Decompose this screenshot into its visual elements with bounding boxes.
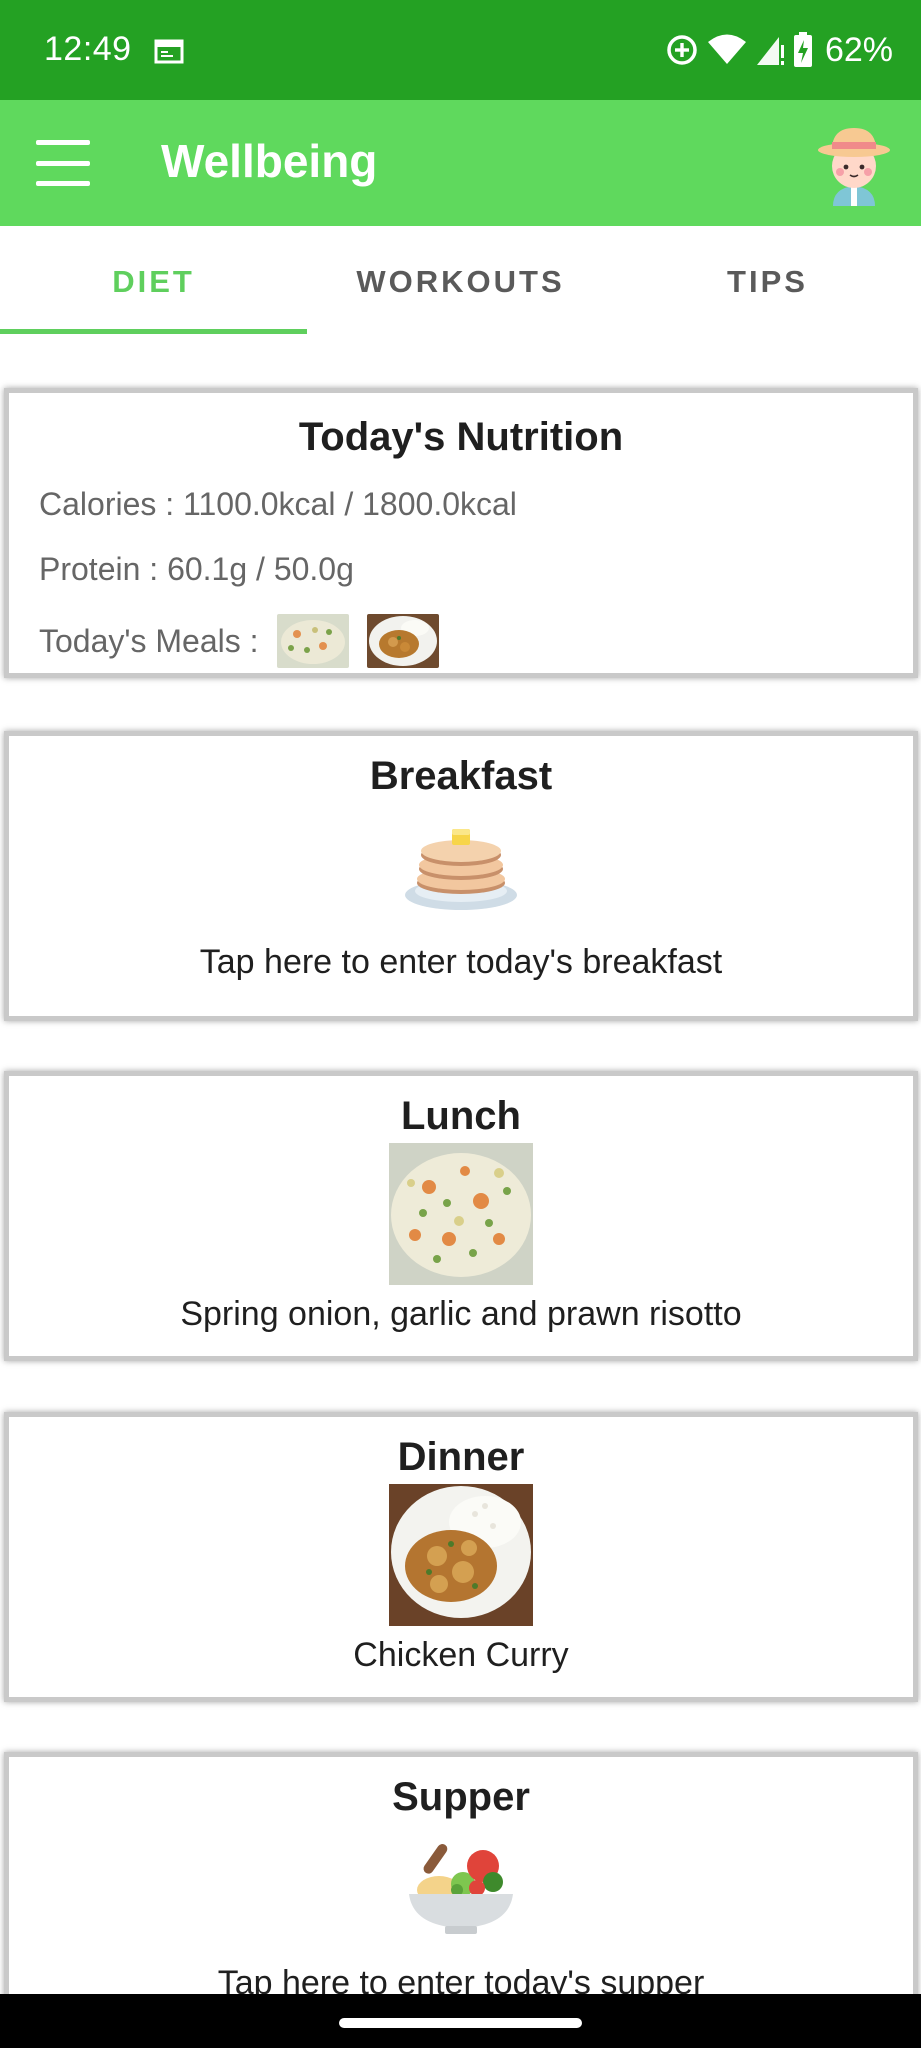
nutrition-title: Today's Nutrition: [298, 415, 624, 459]
breakfast-card[interactable]: Breakfast Tap here to enter today's brea…: [4, 731, 918, 1021]
calendar-icon: [154, 39, 184, 64]
wifi-icon: [707, 34, 746, 64]
status-bar: 12:49 62%: [0, 0, 921, 100]
nutrition-card: Today's Nutrition Calories : 1100.0kcal …: [4, 388, 918, 678]
lunch-card[interactable]: Lunch Spring onion, garlic and prawn ris…: [4, 1071, 918, 1361]
tab-workouts[interactable]: WORKOUTS: [307, 226, 614, 334]
data-saver-icon: [667, 35, 697, 65]
tab-diet[interactable]: DIET: [0, 226, 307, 334]
screen: 12:49 62% Wellbeing DIET WORKOUTS TIPS T…: [0, 0, 921, 2048]
menu-icon[interactable]: [36, 140, 90, 186]
battery-percent: 62%: [824, 30, 893, 69]
lunch-title: Lunch: [401, 1094, 521, 1138]
status-time: 12:49: [44, 30, 132, 68]
chicken-curry-image: [389, 1484, 533, 1626]
avatar-icon[interactable]: [815, 122, 893, 206]
breakfast-caption: Tap here to enter today's breakfast: [199, 943, 723, 981]
tab-tips[interactable]: TIPS: [614, 226, 921, 334]
protein-text: Protein : 60.1g / 50.0g: [39, 551, 354, 587]
calories-text: Calories : 1100.0kcal / 1800.0kcal: [39, 486, 517, 522]
app-title: Wellbeing: [161, 135, 378, 187]
pancakes-icon: [405, 829, 517, 910]
home-gesture-handle[interactable]: [339, 2018, 582, 2028]
battery-charging-icon: [793, 32, 812, 67]
lunch-caption: Spring onion, garlic and prawn risotto: [180, 1295, 742, 1333]
todays-meals-label: Today's Meals :: [39, 622, 259, 659]
navigation-bar: [0, 1994, 921, 2048]
dinner-card[interactable]: Dinner Chicken Curry: [4, 1412, 918, 1702]
signal-icon: [756, 37, 784, 65]
dinner-caption: Chicken Curry: [353, 1636, 569, 1674]
risotto-thumbnail[interactable]: [276, 614, 349, 668]
tab-bar: DIET WORKOUTS TIPS: [0, 226, 921, 334]
dinner-title: Dinner: [397, 1435, 525, 1479]
supper-title: Supper: [392, 1775, 530, 1819]
status-icons: 62%: [665, 28, 893, 72]
chicken-curry-thumbnail[interactable]: [366, 614, 439, 668]
breakfast-title: Breakfast: [369, 754, 553, 798]
risotto-image: [389, 1143, 533, 1285]
salad-bowl-icon: [409, 1843, 513, 1934]
app-bar: Wellbeing: [0, 100, 921, 226]
todays-meals-row: Today's Meals :: [39, 614, 913, 668]
